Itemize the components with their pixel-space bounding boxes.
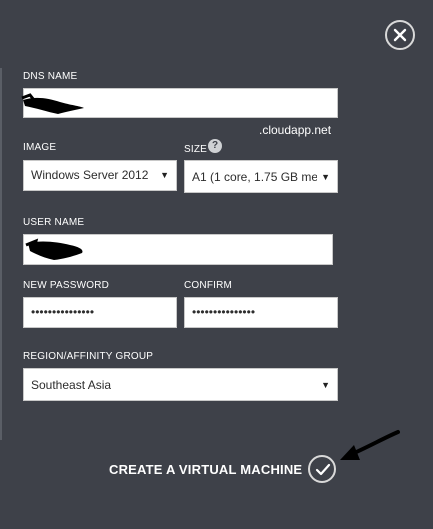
redaction-scribble	[21, 93, 84, 114]
create-vm-label: CREATE A VIRTUAL MACHINE	[109, 462, 303, 477]
size-label: SIZE	[184, 144, 208, 155]
size-select[interactable]: A1 (1 core, 1.75 GB me ▼	[184, 160, 338, 193]
left-divider	[0, 68, 2, 440]
close-icon	[393, 28, 407, 42]
confirm-password-input[interactable]: •••••••••••••••	[184, 297, 338, 328]
redaction-scribble	[25, 238, 83, 260]
dns-suffix: .cloudapp.net	[259, 123, 332, 137]
new-password-label: NEW PASSWORD	[23, 280, 110, 291]
new-password-input[interactable]: •••••••••••••••	[23, 297, 177, 328]
dns-name-label: DNS NAME	[23, 71, 78, 82]
size-select-value: A1 (1 core, 1.75 GB me	[192, 170, 317, 184]
region-label: REGION/AFFINITY GROUP	[23, 351, 154, 362]
confirm-create-button[interactable]	[308, 455, 336, 483]
checkmark-icon	[315, 463, 331, 476]
new-password-value: •••••••••••••••	[31, 305, 95, 319]
arrow-annotation	[340, 430, 400, 460]
user-name-label: USER NAME	[23, 217, 85, 228]
chevron-down-icon: ▼	[321, 380, 330, 390]
confirm-password-value: •••••••••••••••	[192, 305, 256, 319]
chevron-down-icon: ▼	[160, 170, 169, 180]
region-select-value: Southeast Asia	[31, 378, 112, 392]
image-label: IMAGE	[23, 142, 57, 153]
image-select-value: Windows Server 2012	[31, 168, 149, 182]
help-icon[interactable]: ?	[208, 139, 222, 153]
close-button[interactable]	[385, 20, 415, 50]
confirm-label: CONFIRM	[184, 280, 233, 291]
chevron-down-icon: ▼	[321, 172, 330, 182]
region-select[interactable]: Southeast Asia ▼	[23, 368, 338, 401]
image-select[interactable]: Windows Server 2012 ▼	[23, 160, 177, 191]
